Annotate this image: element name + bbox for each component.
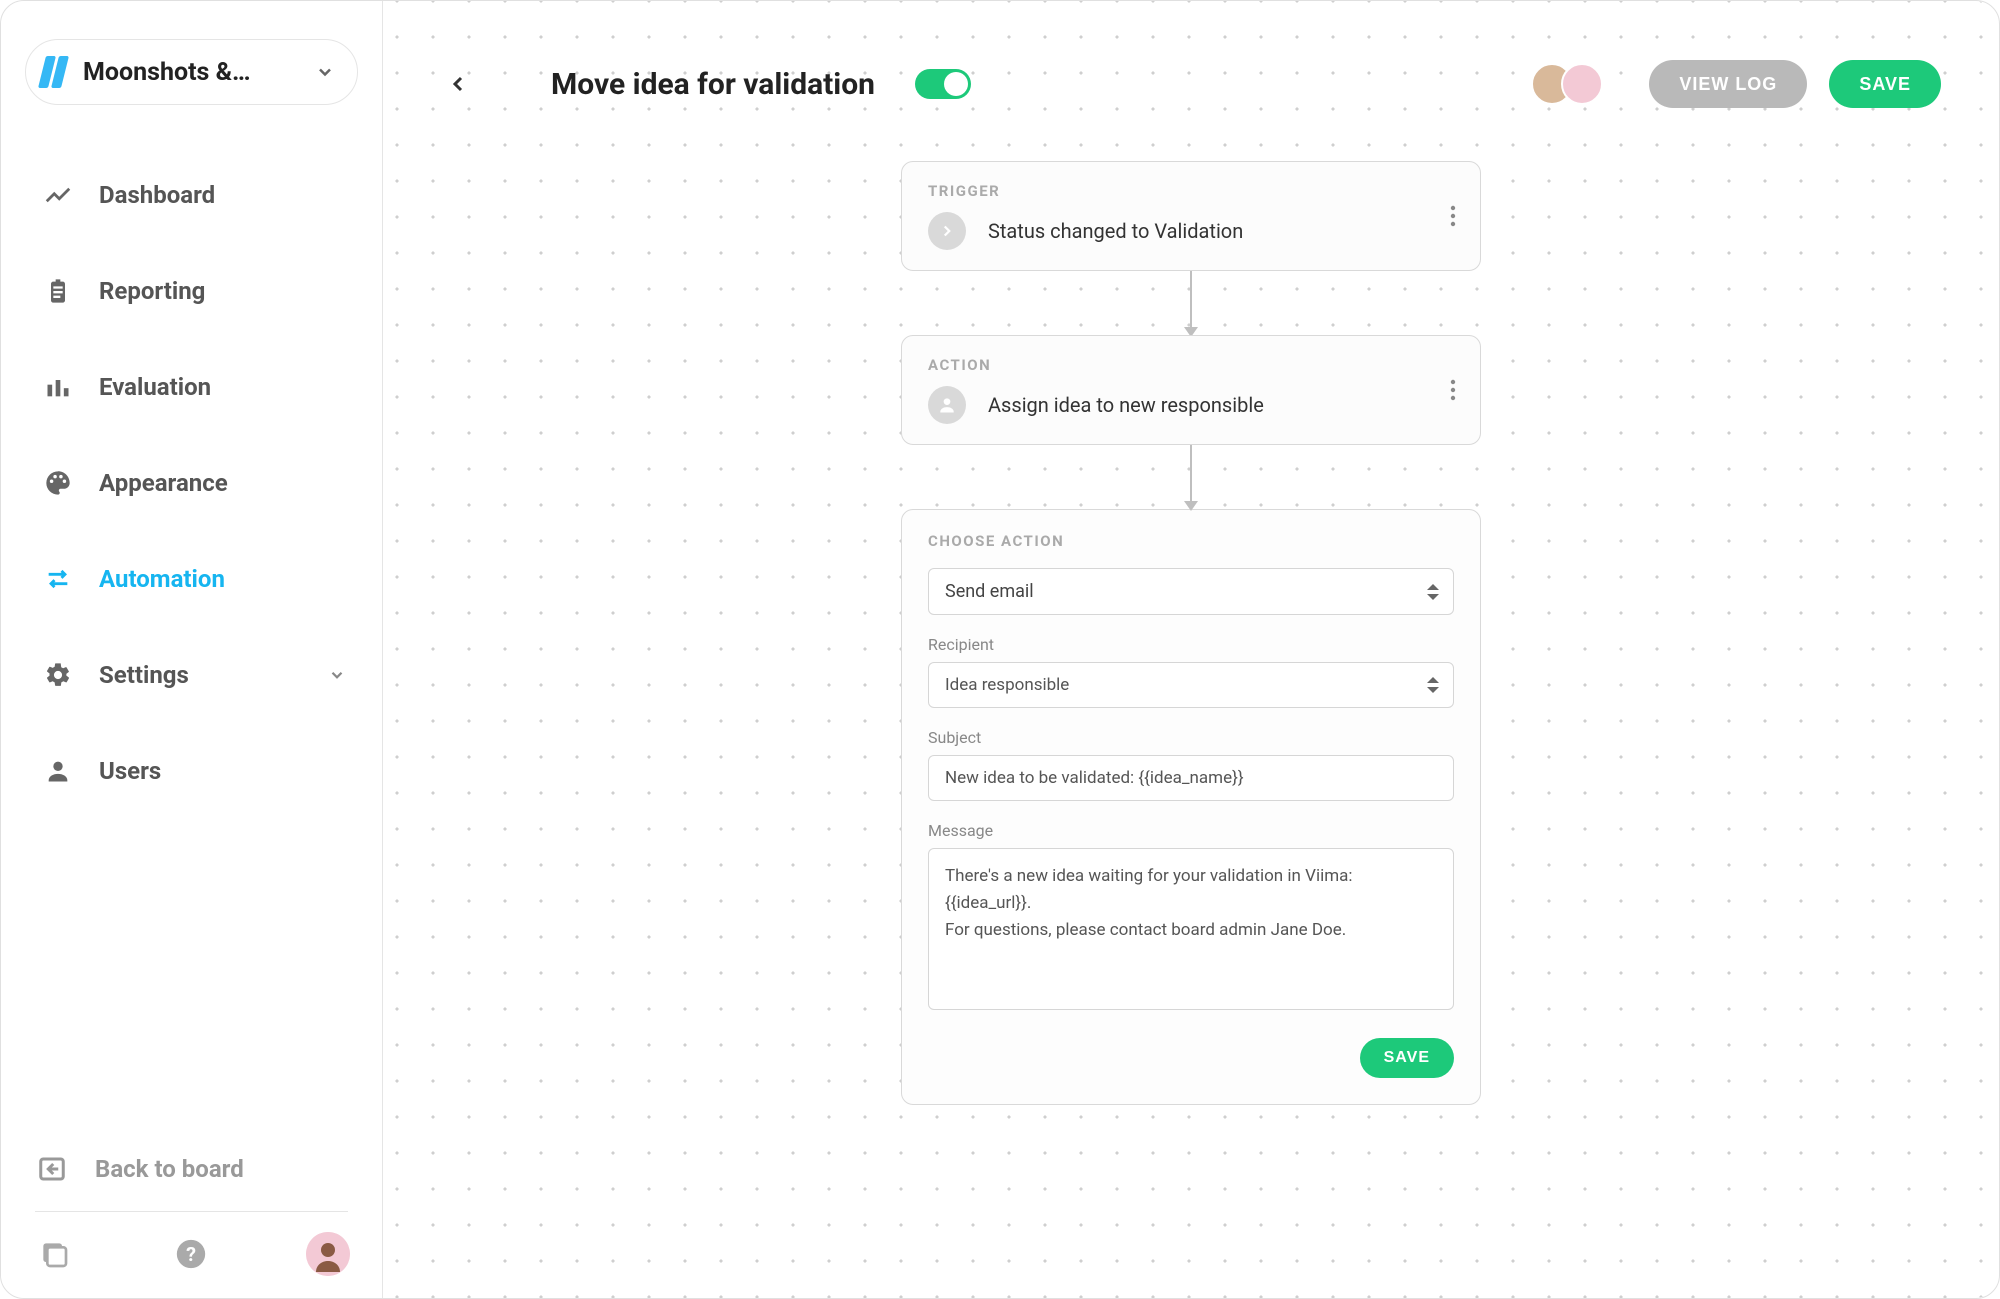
section-label: TRIGGER bbox=[928, 182, 1454, 200]
recipient-select[interactable]: Idea responsible bbox=[928, 662, 1454, 708]
select-value: Send email bbox=[945, 581, 1034, 602]
save-button[interactable]: SAVE bbox=[1829, 60, 1941, 108]
board-selector[interactable]: Moonshots &… bbox=[25, 39, 358, 105]
avatar bbox=[1561, 63, 1603, 105]
action-card[interactable]: ACTION Assign idea to new responsible bbox=[901, 335, 1481, 445]
field-label: Recipient bbox=[928, 635, 1454, 654]
subject-input[interactable] bbox=[928, 755, 1454, 801]
card-text: Status changed to Validation bbox=[988, 219, 1243, 243]
toggle-knob bbox=[944, 72, 968, 96]
message-textarea[interactable] bbox=[928, 848, 1454, 1010]
select-value: Idea responsible bbox=[945, 675, 1069, 695]
help-icon[interactable]: ? bbox=[170, 1233, 212, 1275]
connector-arrow bbox=[1190, 271, 1192, 335]
sidebar-item-label: Reporting bbox=[99, 277, 205, 305]
person-icon bbox=[928, 386, 966, 424]
back-to-board-icon bbox=[37, 1154, 67, 1184]
automation-icon bbox=[37, 565, 79, 593]
connector-arrow bbox=[1190, 445, 1192, 509]
card-text: Assign idea to new responsible bbox=[988, 393, 1264, 417]
trigger-card[interactable]: TRIGGER Status changed to Validation bbox=[901, 161, 1481, 271]
select-indicator-icon bbox=[1427, 677, 1439, 693]
sidebar-item-label: Appearance bbox=[99, 469, 228, 497]
dashboard-icon bbox=[37, 180, 79, 210]
automation-toggle[interactable] bbox=[915, 69, 971, 99]
sidebar-item-label: Users bbox=[99, 757, 161, 785]
choose-action-card: CHOOSE ACTION Send email Recipient Idea … bbox=[901, 509, 1481, 1105]
field-label: Message bbox=[928, 821, 1454, 840]
view-log-button[interactable]: VIEW LOG bbox=[1649, 60, 1807, 108]
collaborator-avatars[interactable] bbox=[1531, 63, 1603, 105]
sidebar-item-reporting[interactable]: Reporting bbox=[17, 243, 366, 339]
action-select[interactable]: Send email bbox=[928, 568, 1454, 615]
sidebar-item-label: Evaluation bbox=[99, 373, 211, 401]
trigger-icon bbox=[928, 212, 966, 250]
topbar: Move idea for validation VIEW LOG SAVE bbox=[383, 1, 1999, 121]
flow-canvas: TRIGGER Status changed to Validation ACT… bbox=[383, 121, 1999, 1105]
sidebar-item-label: Dashboard bbox=[99, 181, 215, 209]
svg-text:?: ? bbox=[186, 1243, 196, 1266]
sidebar-item-automation[interactable]: Automation bbox=[17, 531, 366, 627]
user-avatar[interactable] bbox=[306, 1232, 350, 1276]
form-save-button[interactable]: SAVE bbox=[1360, 1038, 1454, 1078]
logo-icon bbox=[42, 56, 65, 88]
sidebar-item-evaluation[interactable]: Evaluation bbox=[17, 339, 366, 435]
main: Move idea for validation VIEW LOG SAVE T… bbox=[383, 1, 1999, 1298]
appearance-icon bbox=[37, 469, 79, 497]
more-icon[interactable] bbox=[1450, 205, 1456, 227]
sidebar-item-settings[interactable]: Settings bbox=[17, 627, 366, 723]
board-name: Moonshots &… bbox=[83, 58, 315, 87]
back-to-board[interactable]: Back to board bbox=[25, 1133, 358, 1205]
section-label: ACTION bbox=[928, 356, 1454, 374]
chevron-down-icon bbox=[328, 666, 346, 684]
field-label: Subject bbox=[928, 728, 1454, 747]
section-label: CHOOSE ACTION bbox=[928, 532, 1454, 550]
more-icon[interactable] bbox=[1450, 379, 1456, 401]
settings-icon bbox=[37, 661, 79, 689]
divider bbox=[35, 1211, 348, 1212]
sidebar-footer: ? bbox=[25, 1226, 358, 1282]
page-title: Move idea for validation bbox=[551, 67, 875, 102]
sidebar-item-label: Automation bbox=[99, 565, 225, 593]
reporting-icon bbox=[37, 277, 79, 305]
users-icon bbox=[37, 757, 79, 785]
library-icon[interactable] bbox=[33, 1233, 75, 1275]
evaluation-icon bbox=[37, 373, 79, 401]
sidebar-nav: Dashboard Reporting Evaluation Appearanc… bbox=[17, 147, 366, 819]
sidebar-item-users[interactable]: Users bbox=[17, 723, 366, 819]
back-to-board-label: Back to board bbox=[95, 1155, 244, 1183]
sidebar-item-appearance[interactable]: Appearance bbox=[17, 435, 366, 531]
sidebar: Moonshots &… Dashboard Reporting bbox=[1, 1, 383, 1298]
sidebar-item-label: Settings bbox=[99, 661, 189, 689]
sidebar-item-dashboard[interactable]: Dashboard bbox=[17, 147, 366, 243]
select-indicator-icon bbox=[1427, 584, 1439, 600]
back-button[interactable] bbox=[437, 63, 479, 105]
chevron-down-icon bbox=[315, 62, 335, 82]
